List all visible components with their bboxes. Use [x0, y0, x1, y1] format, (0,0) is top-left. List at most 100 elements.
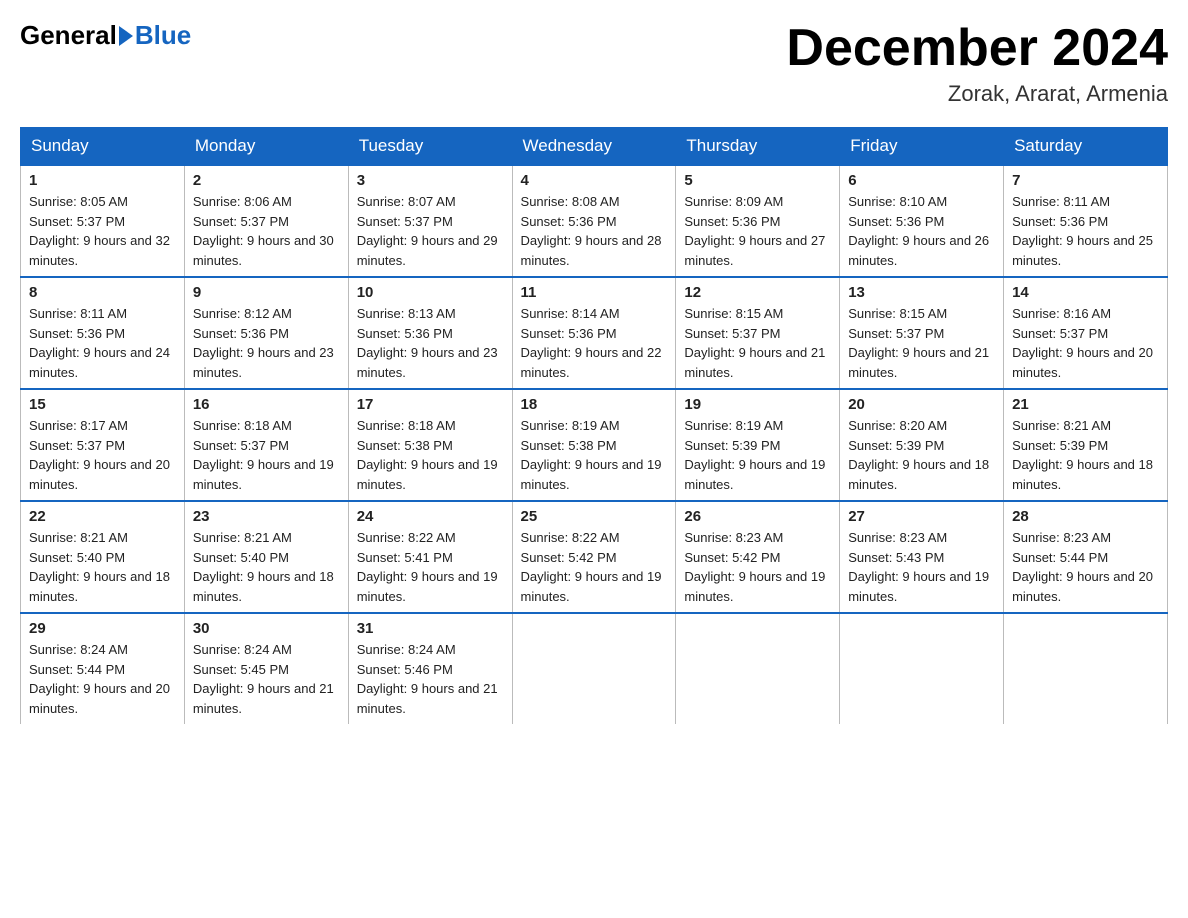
- day-info: Sunrise: 8:18 AMSunset: 5:38 PMDaylight:…: [357, 418, 498, 492]
- calendar-cell: 12 Sunrise: 8:15 AMSunset: 5:37 PMDayligh…: [676, 277, 840, 389]
- week-row-1: 1 Sunrise: 8:05 AMSunset: 5:37 PMDaylight…: [21, 165, 1168, 277]
- day-info: Sunrise: 8:11 AMSunset: 5:36 PMDaylight:…: [29, 306, 170, 380]
- calendar-cell: 2Sunrise: 8:06 AMSunset: 5:37 PMDaylight…: [184, 165, 348, 277]
- logo-triangle-icon: [119, 26, 133, 46]
- day-info: Sunrise: 8:15 AMSunset: 5:37 PMDaylight:…: [848, 306, 989, 380]
- day-info: Sunrise: 8:21 AMSunset: 5:40 PMDaylight:…: [193, 530, 334, 604]
- calendar-cell: 25 Sunrise: 8:22 AMSunset: 5:42 PMDayligh…: [512, 501, 676, 613]
- day-info: Sunrise: 8:09 AMSunset: 5:36 PMDaylight:…: [684, 194, 825, 268]
- day-info: Sunrise: 8:07 AMSunset: 5:37 PMDaylight:…: [357, 194, 498, 268]
- calendar-cell: 17 Sunrise: 8:18 AMSunset: 5:38 PMDayligh…: [348, 389, 512, 501]
- day-number: 9: [193, 284, 340, 301]
- day-info: Sunrise: 8:24 AMSunset: 5:46 PMDaylight:…: [357, 642, 498, 716]
- calendar-cell: [512, 613, 676, 724]
- day-info: Sunrise: 8:21 AMSunset: 5:40 PMDaylight:…: [29, 530, 170, 604]
- calendar-cell: 13 Sunrise: 8:15 AMSunset: 5:37 PMDayligh…: [840, 277, 1004, 389]
- weekday-saturday: Saturday: [1004, 128, 1168, 166]
- day-number: 28: [1012, 508, 1159, 525]
- day-number: 2: [193, 172, 340, 189]
- calendar-cell: 22 Sunrise: 8:21 AMSunset: 5:40 PMDayligh…: [21, 501, 185, 613]
- calendar-cell: 27 Sunrise: 8:23 AMSunset: 5:43 PMDayligh…: [840, 501, 1004, 613]
- day-info: Sunrise: 8:22 AMSunset: 5:41 PMDaylight:…: [357, 530, 498, 604]
- weekday-thursday: Thursday: [676, 128, 840, 166]
- calendar-cell: 18 Sunrise: 8:19 AMSunset: 5:38 PMDayligh…: [512, 389, 676, 501]
- day-info: Sunrise: 8:20 AMSunset: 5:39 PMDaylight:…: [848, 418, 989, 492]
- calendar-cell: 5 Sunrise: 8:09 AMSunset: 5:36 PMDaylight…: [676, 165, 840, 277]
- calendar-body: 1 Sunrise: 8:05 AMSunset: 5:37 PMDaylight…: [21, 165, 1168, 724]
- day-number: 5: [684, 172, 831, 189]
- day-info: Sunrise: 8:16 AMSunset: 5:37 PMDaylight:…: [1012, 306, 1153, 380]
- day-info: Sunrise: 8:19 AMSunset: 5:38 PMDaylight:…: [521, 418, 662, 492]
- day-number: 31: [357, 620, 504, 637]
- calendar-cell: 1 Sunrise: 8:05 AMSunset: 5:37 PMDaylight…: [21, 165, 185, 277]
- week-row-3: 15Sunrise: 8:17 AMSunset: 5:37 PMDayligh…: [21, 389, 1168, 501]
- day-number: 26: [684, 508, 831, 525]
- calendar-cell: 31 Sunrise: 8:24 AMSunset: 5:46 PMDayligh…: [348, 613, 512, 724]
- logo-general: General: [20, 20, 117, 51]
- calendar-cell: 14Sunrise: 8:16 AMSunset: 5:37 PMDayligh…: [1004, 277, 1168, 389]
- day-info: Sunrise: 8:10 AMSunset: 5:36 PMDaylight:…: [848, 194, 989, 268]
- day-number: 8: [29, 284, 176, 301]
- day-number: 30: [193, 620, 340, 637]
- weekday-row: SundayMondayTuesdayWednesdayThursdayFrid…: [21, 128, 1168, 166]
- calendar-cell: 21Sunrise: 8:21 AMSunset: 5:39 PMDayligh…: [1004, 389, 1168, 501]
- week-row-2: 8 Sunrise: 8:11 AMSunset: 5:36 PMDaylight…: [21, 277, 1168, 389]
- day-number: 25: [521, 508, 668, 525]
- day-info: Sunrise: 8:08 AMSunset: 5:36 PMDaylight:…: [521, 194, 662, 268]
- title-section: December 2024 Zorak, Ararat, Armenia: [786, 20, 1168, 107]
- calendar-cell: 15Sunrise: 8:17 AMSunset: 5:37 PMDayligh…: [21, 389, 185, 501]
- day-info: Sunrise: 8:19 AMSunset: 5:39 PMDaylight:…: [684, 418, 825, 492]
- calendar-cell: 20 Sunrise: 8:20 AMSunset: 5:39 PMDayligh…: [840, 389, 1004, 501]
- day-number: 17: [357, 396, 504, 413]
- calendar-cell: 26 Sunrise: 8:23 AMSunset: 5:42 PMDayligh…: [676, 501, 840, 613]
- day-number: 29: [29, 620, 176, 637]
- week-row-5: 29Sunrise: 8:24 AMSunset: 5:44 PMDayligh…: [21, 613, 1168, 724]
- day-number: 1: [29, 172, 176, 189]
- day-number: 4: [521, 172, 668, 189]
- calendar-header: SundayMondayTuesdayWednesdayThursdayFrid…: [21, 128, 1168, 166]
- calendar-cell: 6 Sunrise: 8:10 AMSunset: 5:36 PMDaylight…: [840, 165, 1004, 277]
- day-info: Sunrise: 8:13 AMSunset: 5:36 PMDaylight:…: [357, 306, 498, 380]
- day-number: 10: [357, 284, 504, 301]
- weekday-friday: Friday: [840, 128, 1004, 166]
- day-number: 11: [521, 284, 668, 301]
- day-info: Sunrise: 8:23 AMSunset: 5:42 PMDaylight:…: [684, 530, 825, 604]
- day-info: Sunrise: 8:22 AMSunset: 5:42 PMDaylight:…: [521, 530, 662, 604]
- weekday-tuesday: Tuesday: [348, 128, 512, 166]
- calendar-cell: [676, 613, 840, 724]
- calendar-cell: 10 Sunrise: 8:13 AMSunset: 5:36 PMDayligh…: [348, 277, 512, 389]
- calendar-cell: 3 Sunrise: 8:07 AMSunset: 5:37 PMDaylight…: [348, 165, 512, 277]
- day-info: Sunrise: 8:23 AMSunset: 5:44 PMDaylight:…: [1012, 530, 1153, 604]
- day-number: 16: [193, 396, 340, 413]
- calendar-cell: 28 Sunrise: 8:23 AMSunset: 5:44 PMDayligh…: [1004, 501, 1168, 613]
- day-number: 22: [29, 508, 176, 525]
- day-info: Sunrise: 8:24 AMSunset: 5:45 PMDaylight:…: [193, 642, 334, 716]
- day-number: 24: [357, 508, 504, 525]
- weekday-monday: Monday: [184, 128, 348, 166]
- calendar-cell: 7 Sunrise: 8:11 AMSunset: 5:36 PMDaylight…: [1004, 165, 1168, 277]
- day-info: Sunrise: 8:14 AMSunset: 5:36 PMDaylight:…: [521, 306, 662, 380]
- day-info: Sunrise: 8:05 AMSunset: 5:37 PMDaylight:…: [29, 194, 170, 268]
- day-number: 12: [684, 284, 831, 301]
- day-info: Sunrise: 8:11 AMSunset: 5:36 PMDaylight:…: [1012, 194, 1153, 268]
- day-number: 20: [848, 396, 995, 413]
- day-info: Sunrise: 8:21 AMSunset: 5:39 PMDaylight:…: [1012, 418, 1153, 492]
- month-title: December 2024: [786, 20, 1168, 77]
- location: Zorak, Ararat, Armenia: [786, 81, 1168, 107]
- day-number: 7: [1012, 172, 1159, 189]
- day-number: 3: [357, 172, 504, 189]
- calendar-cell: 23Sunrise: 8:21 AMSunset: 5:40 PMDayligh…: [184, 501, 348, 613]
- day-info: Sunrise: 8:23 AMSunset: 5:43 PMDaylight:…: [848, 530, 989, 604]
- day-number: 13: [848, 284, 995, 301]
- logo-blue: Blue: [135, 20, 191, 51]
- day-number: 18: [521, 396, 668, 413]
- day-number: 19: [684, 396, 831, 413]
- day-number: 15: [29, 396, 176, 413]
- calendar-cell: [840, 613, 1004, 724]
- week-row-4: 22 Sunrise: 8:21 AMSunset: 5:40 PMDayligh…: [21, 501, 1168, 613]
- calendar-cell: 16Sunrise: 8:18 AMSunset: 5:37 PMDayligh…: [184, 389, 348, 501]
- day-number: 6: [848, 172, 995, 189]
- day-info: Sunrise: 8:15 AMSunset: 5:37 PMDaylight:…: [684, 306, 825, 380]
- page-header: General Blue December 2024 Zorak, Ararat…: [20, 20, 1168, 107]
- day-number: 27: [848, 508, 995, 525]
